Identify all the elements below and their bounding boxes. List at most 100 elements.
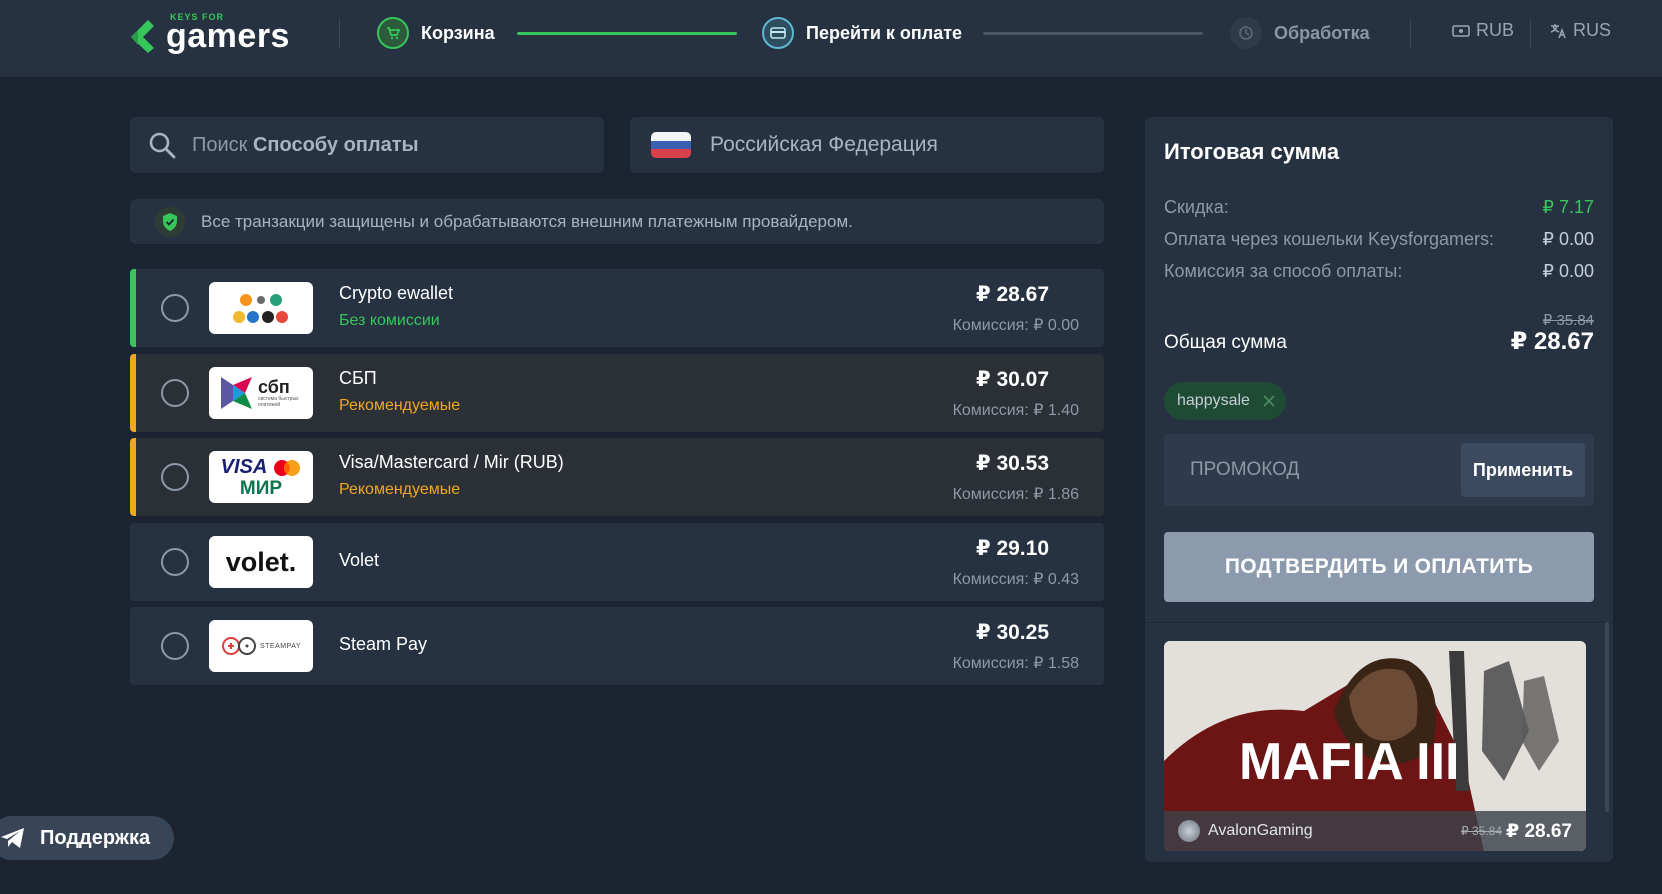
payment-method-name: СБП [339, 368, 377, 388]
payment-method-name: Steam Pay [339, 634, 428, 654]
currency-selector[interactable]: RUB [1452, 20, 1514, 41]
mir-logo-text: МИР [239, 478, 283, 499]
cart-icon [377, 17, 409, 49]
payment-method-fee: Комиссия: ₽ 0.43 [952, 571, 1079, 588]
confirm-pay-button[interactable]: ПОДТВЕРДИТЬ И ОПЛАТИТЬ [1164, 532, 1594, 602]
sbp-logo-icon: сбп система быстрых платежей [209, 367, 313, 419]
country-label: Российская Федерация [710, 133, 938, 156]
scrollbar[interactable] [1605, 622, 1609, 812]
total-label: Общая сумма [1164, 332, 1287, 353]
seller-name[interactable]: AvalonGaming [1208, 822, 1313, 840]
search-placeholder: Поиск Способу оплаты [192, 133, 419, 156]
radio-button[interactable] [161, 294, 189, 322]
payment-method-volet[interactable]: volet. Volet ₽ 29.10 Комиссия: ₽ 0.43 [130, 523, 1104, 601]
language-selector[interactable]: RUS [1549, 20, 1611, 41]
crypto-logo-icon [209, 282, 313, 334]
visa-mir-logo-icon: VISA МИР [209, 451, 313, 503]
payment-method-steampay[interactable]: STEAMPAY Steam Pay ₽ 30.25 Комиссия: ₽ 1… [130, 607, 1104, 685]
logo-k-icon [131, 20, 154, 53]
payment-method-price: ₽ 29.10 [976, 537, 1049, 560]
summary-row-wallet: Оплата через кошельки Keysforgamers: ₽ 0… [1164, 229, 1594, 250]
top-header: KEYS FOR gamers Корзина Перейти к оплате… [0, 0, 1662, 77]
visa-logo-text: VISA [220, 456, 268, 478]
shield-check-icon [155, 206, 185, 237]
applied-coupon-chip: happysale [1164, 382, 1286, 420]
support-label: Поддержка [40, 826, 151, 849]
sbp-logo-text: сбп [258, 377, 290, 397]
payment-method-tag: Рекомендуемые [339, 481, 461, 498]
payment-method-price: ₽ 30.53 [976, 452, 1049, 475]
product-price: ₽ 28.67 [1505, 821, 1572, 842]
product-card-footer: AvalonGaming ₽ 35.84 ₽ 28.67 [1164, 811, 1586, 851]
payment-method-fee: Комиссия: ₽ 1.40 [952, 402, 1079, 419]
summary-row-commission: Комиссия за способ оплаты: ₽ 0.00 [1164, 261, 1594, 282]
clock-icon [1230, 17, 1262, 49]
search-icon [148, 131, 176, 159]
apply-promo-button[interactable]: Применить [1461, 443, 1585, 497]
total-price: ₽ 28.67 [1510, 328, 1594, 355]
header-divider [339, 18, 340, 48]
header-divider [1410, 18, 1411, 48]
volet-logo-text: volet. [225, 546, 297, 577]
step-processing-label: Обработка [1274, 22, 1370, 43]
support-button[interactable]: Поддержка [0, 816, 174, 860]
summary-row-label: Оплата через кошельки Keysforgamers: [1164, 229, 1494, 249]
payment-method-fee: Комиссия: ₽ 0.00 [952, 317, 1079, 334]
step-checkout[interactable]: Перейти к оплате [762, 16, 962, 50]
payment-method-price: ₽ 28.67 [976, 283, 1049, 306]
summary-row-label: Скидка: [1164, 197, 1229, 217]
country-selector[interactable]: Российская Федерация [630, 117, 1104, 173]
product-old-price: ₽ 35.84 [1461, 824, 1502, 838]
summary-row-discount: Скидка: ₽ 7.17 [1164, 197, 1594, 218]
payment-method-card[interactable]: VISA МИР Visa/Mastercard / Mir (RUB) Рек… [130, 438, 1104, 516]
summary-title: Итоговая сумма [1164, 139, 1340, 164]
payment-method-name: Volet [339, 550, 380, 570]
volet-logo-icon: volet. [209, 536, 313, 588]
steampay-logo-text: STEAMPAY [259, 642, 302, 650]
header-divider [1530, 18, 1531, 48]
payment-method-crypto[interactable]: Crypto ewallet Без комиссии ₽ 28.67 Коми… [130, 269, 1104, 347]
language-label: RUS [1573, 20, 1612, 40]
game-title-art: MAFIA III [1239, 733, 1460, 791]
summary-row-value: ₽ 0.00 [1542, 261, 1595, 281]
cash-icon [1452, 24, 1470, 37]
translate-icon [1550, 23, 1566, 38]
sbp-logo-subtext: система быстрых платежей [258, 396, 299, 408]
payment-method-price: ₽ 30.07 [976, 368, 1049, 391]
summary-row-value: ₽ 0.00 [1542, 229, 1595, 249]
promo-code-input[interactable] [1190, 459, 1430, 481]
avatar [1178, 820, 1200, 842]
promo-code-box: Применить [1164, 434, 1594, 506]
payment-method-name: Visa/Mastercard / Mir (RUB) [339, 452, 564, 472]
radio-button[interactable] [161, 463, 189, 491]
payment-method-tag: Без комиссии [339, 312, 440, 329]
mastercard-icon [274, 459, 301, 476]
step-processing: Обработка [1230, 16, 1370, 50]
telegram-icon [1, 828, 24, 848]
payment-method-fee: Комиссия: ₽ 1.86 [952, 486, 1079, 503]
security-notice: Все транзакции защищены и обрабатываются… [130, 199, 1104, 244]
close-icon[interactable] [1262, 394, 1276, 408]
card-icon [762, 17, 794, 49]
panel-divider [1145, 622, 1613, 623]
payment-method-tag: Рекомендуемые [339, 397, 461, 414]
summary-row-value: ₽ 7.17 [1542, 197, 1595, 217]
step-cart[interactable]: Корзина [377, 16, 495, 50]
radio-button[interactable] [161, 548, 189, 576]
summary-row-label: Комиссия за способ оплаты: [1164, 261, 1403, 281]
step-progress-line-done [517, 32, 737, 35]
radio-button[interactable] [161, 379, 189, 407]
payment-method-name: Crypto ewallet [339, 283, 454, 303]
security-notice-text: Все транзакции защищены и обрабатываются… [201, 211, 853, 231]
site-logo[interactable]: KEYS FOR gamers [128, 12, 298, 55]
logo-text: gamers [166, 17, 290, 55]
product-card[interactable]: MAFIA III AvalonGaming ₽ 35.84 ₽ 28.67 [1164, 641, 1586, 851]
step-progress-line-pending [983, 32, 1203, 35]
currency-label: RUB [1476, 20, 1515, 40]
payment-method-fee: Комиссия: ₽ 1.58 [952, 655, 1079, 672]
payment-method-sbp[interactable]: сбп система быстрых платежей СБП Рекомен… [130, 354, 1104, 432]
radio-button[interactable] [161, 632, 189, 660]
steampay-logo-icon: STEAMPAY [209, 620, 313, 672]
payment-search-input[interactable]: Поиск Способу оплаты [130, 117, 604, 173]
step-cart-label: Корзина [421, 22, 495, 43]
